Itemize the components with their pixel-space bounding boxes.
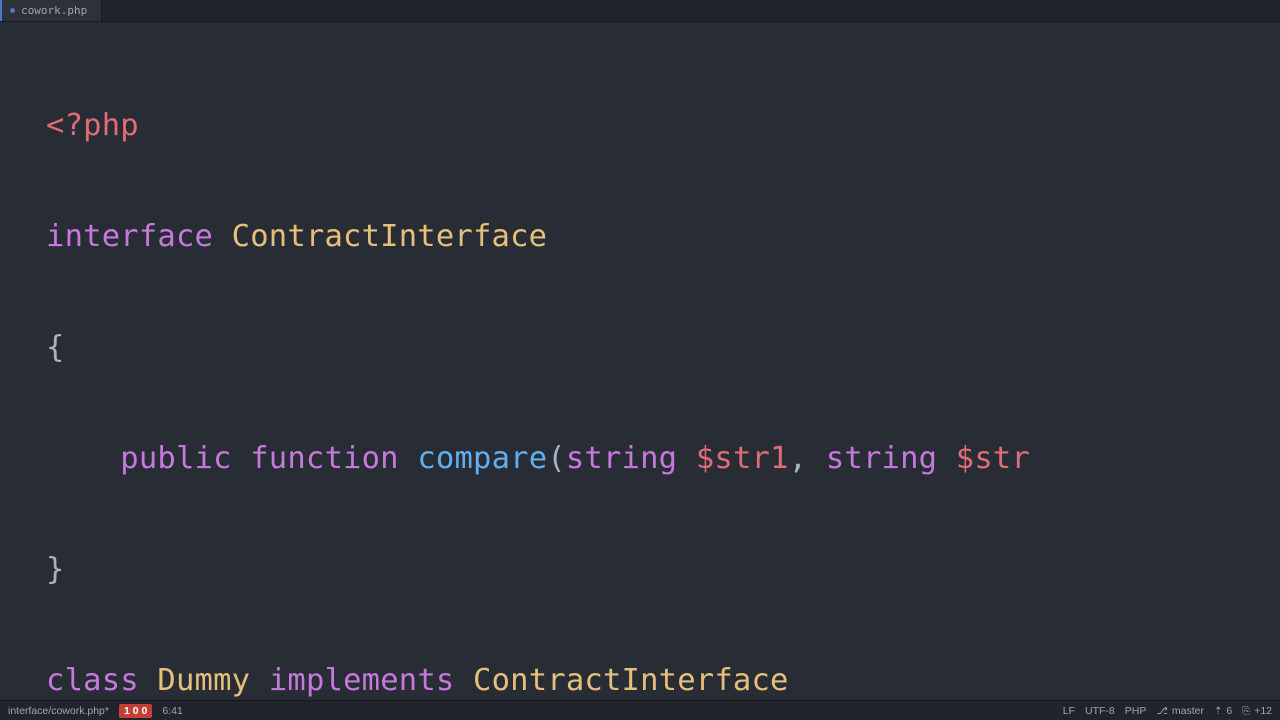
git-icon (1242, 705, 1250, 717)
status-error-count[interactable]: 1 0 0 (119, 704, 152, 718)
status-filepath[interactable]: interface/cowork.php* (8, 705, 109, 717)
status-language[interactable]: PHP (1125, 705, 1147, 717)
status-git-fetch[interactable]: 6 (1214, 705, 1232, 717)
status-right: LF UTF-8 PHP master 6 +12 (1063, 705, 1272, 717)
code-line: interface ContractInterface (46, 209, 1280, 265)
code-line: public function compare(string $str1, st… (46, 431, 1280, 487)
tab-filename: cowork.php (21, 4, 87, 17)
php-open-tag: <?php (46, 108, 139, 143)
tab-modified-dot-icon (10, 8, 15, 13)
code-line: <?php (46, 98, 1280, 154)
status-left: interface/cowork.php* 1 0 0 6:41 (8, 704, 183, 718)
branch-icon (1156, 705, 1168, 717)
status-cursor-position[interactable]: 6:41 (162, 705, 182, 717)
code-line: { (46, 320, 1280, 376)
code-editor[interactable]: <?php interface ContractInterface { publ… (0, 22, 1280, 720)
tab-bar: cowork.php (0, 0, 1280, 22)
status-encoding[interactable]: UTF-8 (1085, 705, 1115, 717)
code-line: } (46, 542, 1280, 598)
status-git-changes[interactable]: +12 (1242, 705, 1272, 717)
tab-cowork[interactable]: cowork.php (0, 0, 102, 21)
status-eol[interactable]: LF (1063, 705, 1075, 717)
status-git-branch[interactable]: master (1156, 705, 1204, 717)
fetch-icon (1214, 705, 1222, 717)
status-bar: interface/cowork.php* 1 0 0 6:41 LF UTF-… (0, 700, 1280, 720)
